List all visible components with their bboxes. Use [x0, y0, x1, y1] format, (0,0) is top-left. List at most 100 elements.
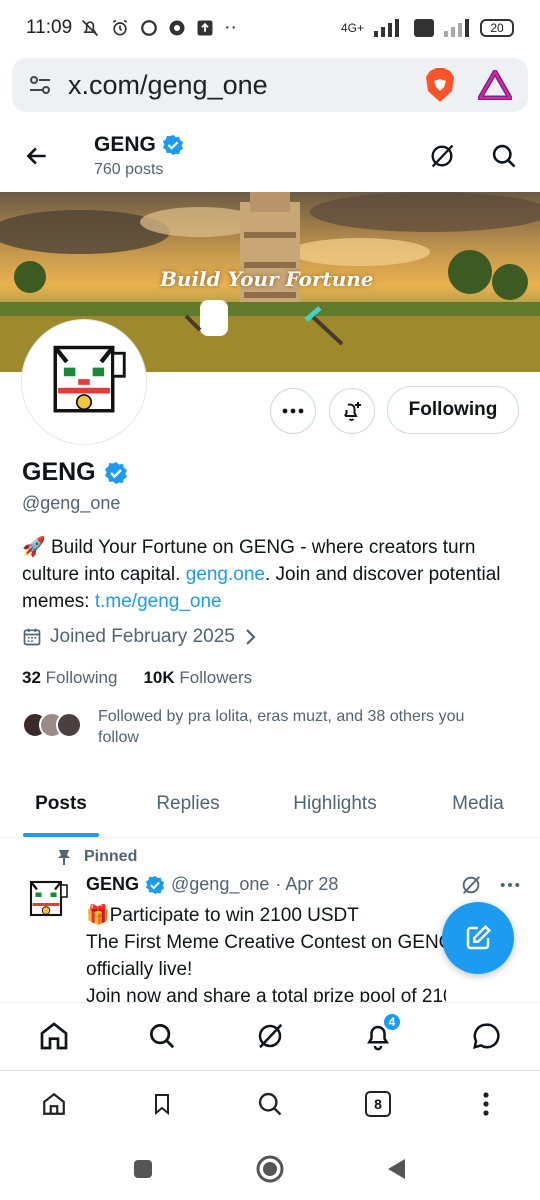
site-settings-icon[interactable] — [28, 73, 52, 97]
nav-notifications[interactable]: 4 — [358, 1011, 402, 1056]
followers-count: 10K — [143, 668, 175, 687]
x-bottom-nav: 4 — [0, 1002, 540, 1068]
nav-messages[interactable] — [466, 1016, 506, 1056]
profile-name: GENG — [22, 458, 96, 486]
notifications-subscribe-button[interactable] — [329, 388, 375, 434]
pinned-indicator: Pinned — [56, 848, 137, 866]
tab-count: 8 — [365, 1090, 391, 1117]
post-actions-top — [460, 874, 520, 896]
tab-highlights[interactable]: Highlights — [254, 770, 416, 837]
url-bar[interactable]: x.com/geng_one — [12, 58, 528, 112]
home-icon — [40, 1021, 68, 1049]
pinned-label: Pinned — [84, 848, 138, 865]
network-label: 4G+ — [340, 21, 364, 35]
verified-badge-icon — [162, 134, 183, 156]
app-icon — [169, 20, 185, 36]
header-name: GENG — [94, 133, 156, 156]
brave-rewards-icon[interactable] — [478, 70, 512, 100]
compose-post-button[interactable] — [442, 902, 514, 974]
followers-label: Followers — [179, 668, 253, 687]
compose-icon — [466, 924, 492, 950]
upload-icon — [197, 20, 213, 36]
profile-tabs: Posts Replies Highlights Media — [0, 770, 540, 838]
calendar-icon — [23, 628, 41, 646]
nav-explore[interactable] — [142, 1016, 182, 1056]
alarm-icon — [113, 19, 128, 36]
browser-home[interactable] — [34, 1084, 74, 1124]
grok-icon[interactable] — [428, 142, 456, 170]
browser-menu[interactable] — [466, 1084, 506, 1124]
search-icon[interactable] — [490, 142, 518, 170]
follow-stats: 32 Following 10K Followers — [22, 668, 252, 688]
post-text[interactable]: 🎁Participate to win 2100 USDT The First … — [86, 902, 446, 1002]
nav-home[interactable] — [34, 1016, 74, 1056]
chevron-right-icon — [246, 629, 256, 645]
post-line-3: officially live! — [86, 959, 193, 980]
grok-icon[interactable] — [460, 874, 482, 896]
status-icons: ·· — [80, 17, 237, 39]
bell-plus-icon — [344, 402, 361, 421]
following-label: Following — [45, 668, 118, 687]
more-options-icon[interactable] — [500, 882, 520, 888]
following-stat[interactable]: 32 Following — [22, 668, 117, 688]
nav-grok[interactable] — [250, 1016, 290, 1056]
bio-link-telegram[interactable]: t.me/geng_one — [95, 591, 222, 612]
rocket-emoji: 🚀 — [22, 537, 46, 558]
ellipsis-icon — [282, 408, 304, 414]
back-triangle-icon[interactable] — [385, 1157, 409, 1181]
kebab-menu-icon — [483, 1091, 489, 1116]
more-options-button[interactable] — [270, 388, 316, 434]
verified-badge-icon — [104, 461, 127, 484]
url-text[interactable]: x.com/geng_one — [68, 70, 268, 101]
brave-shield-icon[interactable] — [424, 67, 456, 103]
recents-icon[interactable] — [131, 1157, 155, 1181]
notification-badge: 4 — [382, 1011, 402, 1032]
browser-search[interactable] — [250, 1084, 290, 1124]
joined-date-row[interactable]: Joined February 2025 — [22, 626, 257, 648]
post-line-2: The First Meme Creative Contest on GENG … — [86, 932, 446, 953]
post-line-4: Join now and share a total prize pool of… — [86, 986, 446, 1002]
header-name-row: GENG — [94, 133, 184, 157]
following-button[interactable]: Following — [387, 386, 519, 434]
header-actions — [428, 142, 518, 170]
search-icon — [150, 1023, 175, 1048]
mute-icon — [82, 19, 99, 37]
search-icon — [258, 1092, 282, 1115]
status-bar: 11:09 ·· 4G+ 20 — [0, 0, 540, 56]
post-header: GENG @geng_one · Apr 28 — [86, 874, 338, 895]
browser-tabs[interactable]: 8 — [358, 1084, 398, 1124]
post-author-name[interactable]: GENG — [86, 874, 139, 895]
chat-bubble-icon — [473, 1022, 500, 1049]
home-button-icon[interactable] — [255, 1154, 285, 1184]
profile-header: GENG 760 posts — [0, 120, 540, 192]
joined-date: Joined February 2025 — [50, 626, 235, 647]
followed-by-row[interactable]: Followed by pra lolita, eras muzt, and 3… — [22, 706, 508, 748]
followers-stat[interactable]: 10K Followers — [143, 668, 252, 688]
browser-bookmarks[interactable] — [142, 1084, 182, 1124]
more-status-icon: ·· — [224, 17, 237, 38]
followed-by-text: Followed by pra lolita, eras muzt, and 3… — [98, 708, 465, 746]
volte-icon — [414, 19, 434, 37]
tab-replies[interactable]: Replies — [122, 770, 254, 837]
post-author-avatar[interactable] — [22, 876, 70, 924]
status-time: 11:09 — [26, 17, 73, 38]
pin-icon — [58, 850, 70, 865]
opera-icon — [141, 20, 158, 36]
header-title-block: GENG 760 posts — [94, 133, 184, 179]
tab-media[interactable]: Media — [416, 770, 540, 837]
post-line-1: 🎁Participate to win 2100 USDT — [86, 905, 359, 926]
back-arrow-icon[interactable] — [22, 143, 52, 169]
system-nav-bar — [0, 1138, 540, 1200]
lucky-cat-avatar-image — [29, 880, 68, 917]
profile-handle: @geng_one — [22, 493, 121, 513]
follower-avatar — [56, 712, 82, 738]
profile-avatar[interactable] — [22, 320, 146, 444]
post-date[interactable]: · Apr 28 — [275, 874, 338, 895]
following-count: 32 — [22, 668, 41, 687]
bio-link-website[interactable]: geng.one — [186, 564, 265, 585]
battery-icon: 20 — [480, 19, 514, 37]
signal-2-icon — [444, 19, 469, 37]
post-author-handle[interactable]: @geng_one — [171, 874, 269, 895]
tab-posts[interactable]: Posts — [0, 770, 122, 837]
banner-text: Build Your Fortune — [160, 267, 374, 291]
